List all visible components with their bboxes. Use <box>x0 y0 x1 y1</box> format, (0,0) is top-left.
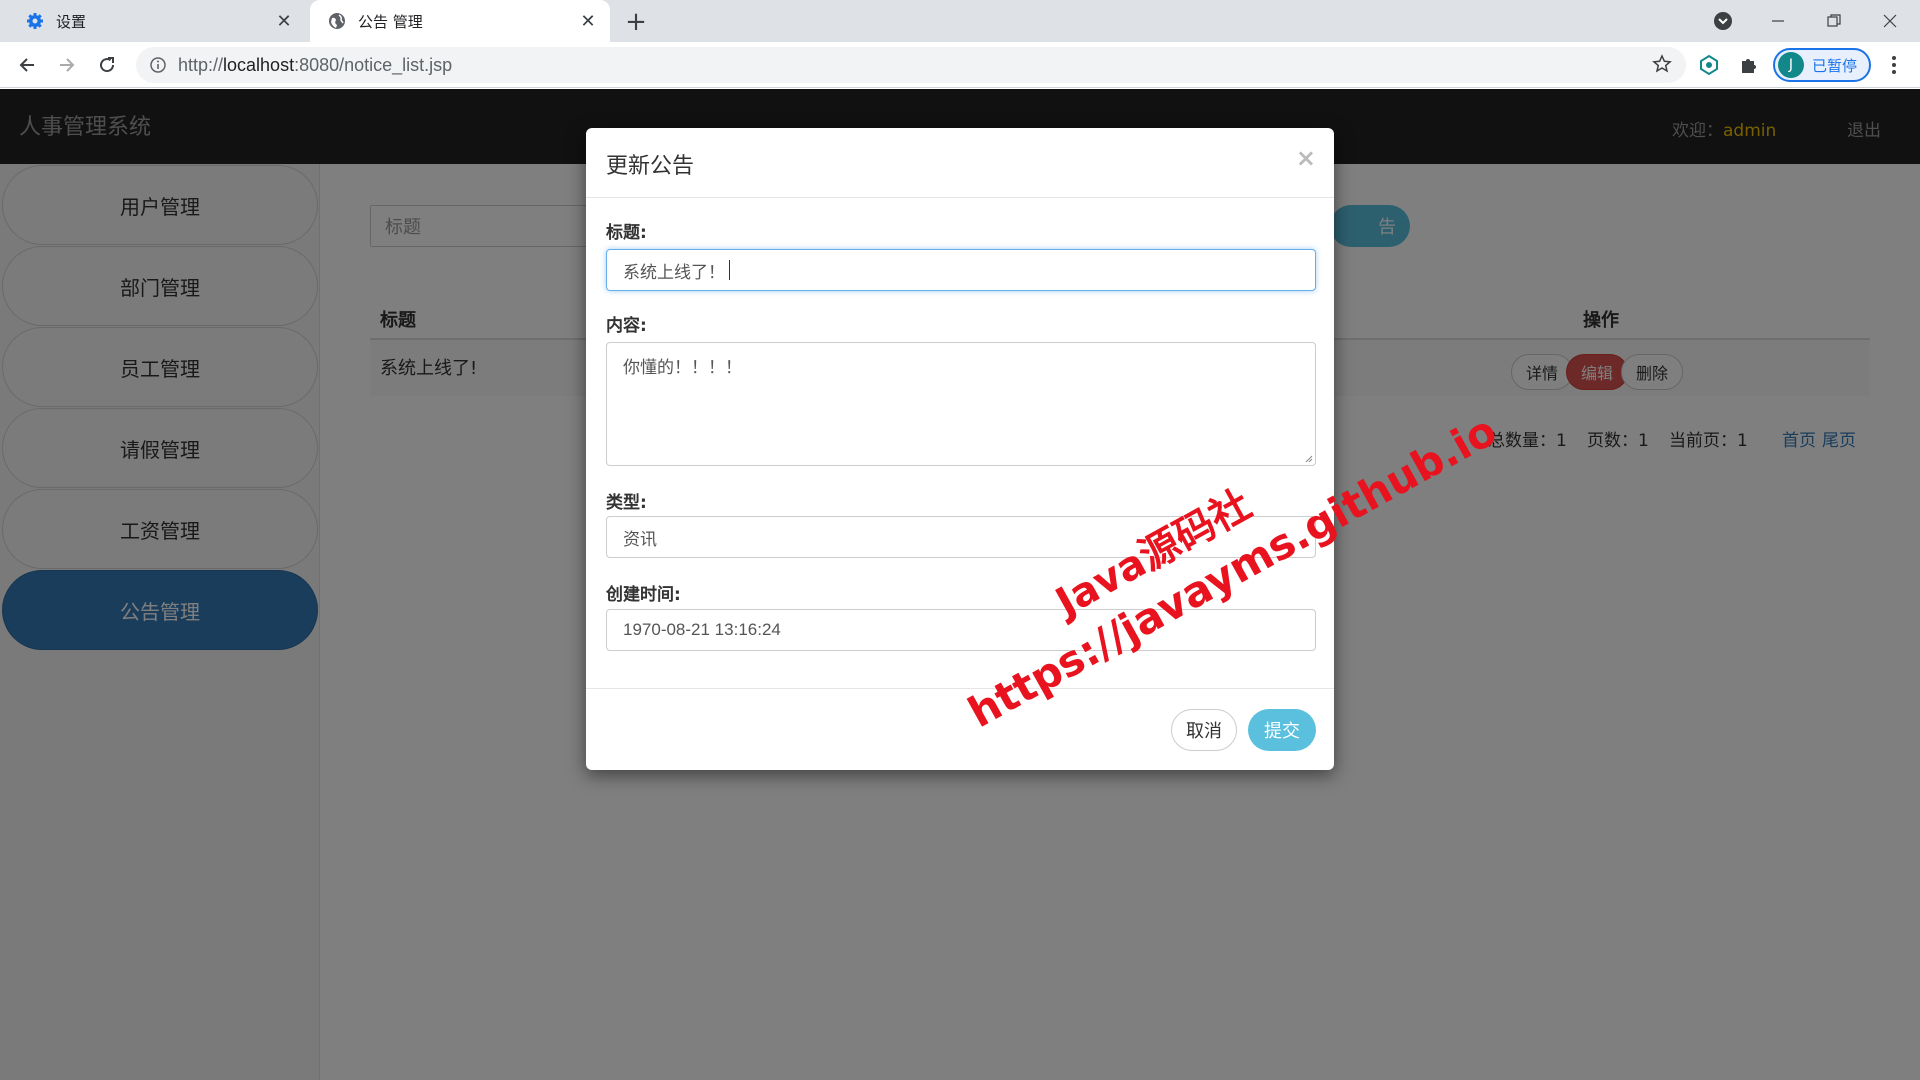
type-input[interactable]: 资讯 <box>606 516 1316 558</box>
update-notice-modal: 更新公告 × 标题: 系统上线了！ 内容: 你懂的！！！！ 类型: 资讯 创建时… <box>586 128 1334 770</box>
puzzle-icon[interactable] <box>1735 51 1763 79</box>
profile-button[interactable]: J 已暂停 <box>1773 48 1871 82</box>
content-textarea[interactable]: 你懂的！！！！ <box>606 342 1316 466</box>
close-icon[interactable]: ✕ <box>576 9 600 33</box>
title-input[interactable]: 系统上线了！ <box>606 249 1316 291</box>
more-menu-icon[interactable] <box>1880 51 1908 79</box>
forward-icon[interactable] <box>52 50 82 80</box>
gear-icon <box>26 12 44 30</box>
extension-icon[interactable] <box>1695 51 1723 79</box>
browser-tab-notice[interactable]: 公告 管理 ✕ <box>310 0 610 42</box>
close-icon[interactable]: ✕ <box>272 9 296 33</box>
title-label: 标题: <box>606 223 647 243</box>
browser-tab-bar: 设置 ✕ 公告 管理 ✕ + <box>0 0 1920 42</box>
info-icon[interactable] <box>150 57 166 73</box>
tab-title: 设置 <box>56 12 87 31</box>
modal-footer: 取消 提交 <box>586 688 1334 770</box>
profile-status: 已暂停 <box>1812 56 1858 75</box>
browser-toolbar: http://localhost:8080/notice_list.jsp J … <box>0 42 1920 88</box>
type-label: 类型: <box>606 493 647 513</box>
time-label: 创建时间: <box>606 585 681 605</box>
back-icon[interactable] <box>12 50 42 80</box>
url-text: http://localhost:8080/notice_list.jsp <box>178 54 453 75</box>
restore-icon[interactable] <box>1816 6 1852 36</box>
address-bar[interactable]: http://localhost:8080/notice_list.jsp <box>136 47 1686 83</box>
modal-title: 更新公告 <box>606 154 695 179</box>
browser-tab-settings[interactable]: 设置 ✕ <box>8 0 306 42</box>
cancel-button[interactable]: 取消 <box>1171 709 1237 751</box>
reload-icon[interactable] <box>92 50 122 80</box>
content-label: 内容: <box>606 316 647 336</box>
tab-search-icon[interactable] <box>1705 6 1741 36</box>
new-tab-button[interactable]: + <box>622 7 650 37</box>
window-close-icon[interactable] <box>1872 6 1908 36</box>
submit-button[interactable]: 提交 <box>1248 709 1316 751</box>
avatar: J <box>1778 52 1804 78</box>
tab-title: 公告 管理 <box>358 12 423 31</box>
time-input[interactable]: 1970-08-21 13:16:24 <box>606 609 1316 651</box>
globe-icon <box>328 12 346 30</box>
minimize-icon[interactable] <box>1760 6 1796 36</box>
bookmark-star-icon[interactable] <box>1652 54 1672 78</box>
close-icon[interactable]: × <box>1296 144 1316 172</box>
resize-handle-icon[interactable] <box>1303 453 1313 463</box>
modal-header: 更新公告 × <box>586 128 1334 198</box>
